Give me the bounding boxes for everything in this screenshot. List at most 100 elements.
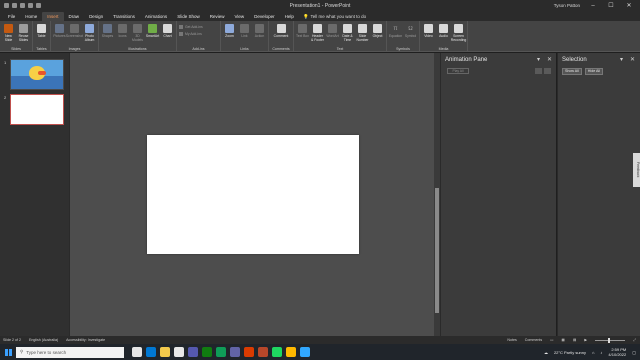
windows-taskbar: ⚲ Type here to search ☁ 22°C Partly sunn… [0, 344, 640, 360]
object-icon [373, 24, 382, 33]
reading-view-icon[interactable]: ▤ [573, 338, 576, 342]
selection-pane: Selection ▾ ✕ Show All Hide All [557, 53, 640, 336]
slide-number: 1 [4, 60, 7, 65]
group-comments: Comment Comments [269, 21, 294, 52]
app-icon[interactable] [244, 347, 254, 357]
tab-design[interactable]: Design [84, 12, 108, 21]
slide-thumbnail-2[interactable] [10, 94, 64, 125]
edge-icon[interactable] [146, 347, 156, 357]
slide-info: Slide 2 of 2 [3, 338, 21, 342]
comments-button[interactable]: Comments [525, 338, 542, 342]
file-explorer-icon[interactable] [160, 347, 170, 357]
tab-slide-show[interactable]: Slide Show [172, 12, 205, 21]
close-icon[interactable]: ✕ [630, 56, 635, 63]
tab-draw[interactable]: Draw [64, 12, 85, 21]
link-icon [240, 24, 249, 33]
slide-thumbnail-1[interactable] [10, 59, 64, 90]
video-icon [424, 24, 433, 33]
table-icon [37, 24, 46, 33]
chart-icon [163, 24, 172, 33]
speaker-icon [439, 24, 448, 33]
play-all-button[interactable]: Play All [447, 68, 469, 74]
pane-options-icon[interactable]: ▾ [537, 56, 540, 63]
slide-number-icon [358, 24, 367, 33]
lightbulb-icon: 💡 [302, 13, 309, 19]
taskbar-search[interactable]: ⚲ Type here to search [16, 346, 124, 358]
weather-text[interactable]: 22°C Partly sunny [554, 350, 586, 355]
minimize-icon[interactable]: – [584, 0, 602, 11]
teams-icon[interactable] [188, 347, 198, 357]
accessibility-indicator[interactable]: Accessibility: Investigate [66, 338, 105, 342]
normal-view-icon[interactable]: ▭ [550, 338, 553, 342]
volume-icon[interactable]: ♪ [600, 350, 602, 355]
comment-icon [276, 24, 286, 33]
weather-icon: ☁ [543, 349, 548, 355]
slide-thumbnail-pane: 1 2 [0, 53, 70, 336]
tab-developer[interactable]: Developer [249, 12, 280, 21]
close-icon[interactable]: ✕ [547, 56, 552, 63]
animation-pane-title: Animation Pane [445, 57, 488, 63]
action-icon [255, 24, 264, 33]
tab-animations[interactable]: Animations [140, 12, 172, 21]
tab-help[interactable]: Help [280, 12, 299, 21]
date: 4/10/2022 [608, 352, 627, 357]
app-icon[interactable] [216, 347, 226, 357]
my-add-ins-button[interactable]: My Add-ins [179, 32, 203, 36]
zoom-slider[interactable] [595, 337, 626, 343]
group-add-ins: Get Add-ins My Add-ins Add-ins [177, 21, 221, 52]
ribbon-tabs: File Home Insert Draw Design Transitions… [0, 11, 640, 21]
smartart-icon [148, 24, 157, 33]
group-media: Video Audio Screen Recording Media [420, 21, 468, 52]
status-bar: Slide 2 of 2 English (Australia) Accessi… [0, 336, 640, 344]
show-all-button[interactable]: Show All [562, 68, 582, 75]
add-ins-icon [179, 32, 183, 36]
tab-transitions[interactable]: Transitions [108, 12, 140, 21]
tab-view[interactable]: View [229, 12, 249, 21]
group-label: Add-ins [192, 47, 205, 51]
photo-album-icon [85, 24, 94, 33]
slide-sorter-icon[interactable]: ▦ [562, 338, 565, 342]
move-down-icon[interactable] [544, 68, 551, 74]
move-up-icon[interactable] [535, 68, 542, 74]
clock[interactable]: 2:59 PM 4/10/2022 [608, 347, 626, 357]
slideshow-view-icon[interactable]: ▶ [584, 338, 587, 342]
group-label: Media [438, 47, 449, 51]
spotify-icon[interactable] [272, 347, 282, 357]
task-view-icon[interactable] [132, 347, 142, 357]
scrollbar-thumb[interactable] [435, 188, 439, 313]
tab-review[interactable]: Review [205, 12, 230, 21]
current-slide[interactable] [147, 135, 359, 254]
fit-to-window-icon[interactable]: ⤢ [633, 338, 636, 342]
tell-me-text: Tell me what you want to do [310, 14, 367, 19]
network-icon[interactable]: ⌂ [592, 350, 594, 355]
maximize-icon[interactable]: ☐ [602, 0, 620, 11]
user-name[interactable]: Tyson Patton [554, 3, 580, 8]
group-label: Slides [11, 47, 21, 51]
3d-models-icon [133, 24, 142, 33]
language-indicator[interactable]: English (Australia) [29, 338, 58, 342]
tab-home[interactable]: Home [20, 12, 42, 21]
notes-button[interactable]: Notes [507, 338, 516, 342]
header-footer-icon [313, 24, 322, 33]
start-button[interactable] [0, 344, 16, 360]
pane-options-icon[interactable]: ▾ [620, 56, 623, 63]
hide-all-button[interactable]: Hide All [584, 68, 603, 75]
tab-insert[interactable]: Insert [42, 12, 64, 21]
app-icon[interactable] [230, 347, 240, 357]
chrome-icon[interactable] [174, 347, 184, 357]
notifications-icon[interactable]: ▢ [632, 350, 636, 355]
side-feedback-tab[interactable]: Feedback [633, 153, 640, 187]
store-icon [179, 25, 183, 29]
icons-icon [118, 24, 127, 33]
tab-file[interactable]: File [3, 12, 20, 21]
new-slide-icon [4, 24, 13, 33]
tell-me-box[interactable]: 💡 Tell me what you want to do [299, 12, 366, 21]
close-icon[interactable]: ✕ [620, 0, 638, 11]
app-icon[interactable] [286, 347, 296, 357]
app-icon[interactable] [300, 347, 310, 357]
group-symbols: π Equation Ω Symbol Symbols [387, 21, 420, 52]
get-add-ins-button[interactable]: Get Add-ins [179, 25, 203, 29]
xbox-icon[interactable] [202, 347, 212, 357]
group-label: Links [240, 47, 249, 51]
powerpoint-icon[interactable] [258, 347, 268, 357]
